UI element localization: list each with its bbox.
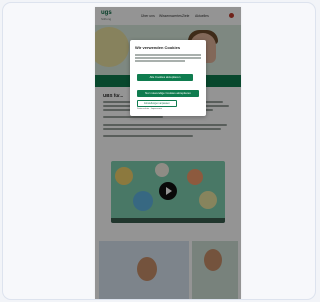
cookie-dialog-title: Wir verwenden Cookies: [135, 45, 181, 50]
screenshot-frame: ugs Stiftung Über uns Wissenswertes Ziel…: [2, 2, 316, 300]
cookie-dialog-text: [135, 57, 201, 59]
accept-all-cookies-button[interactable]: Alle Cookies akzeptieren: [137, 74, 193, 81]
cookie-settings-button[interactable]: Einstellungen anpassen: [137, 100, 177, 107]
cookie-dialog-text: [135, 54, 201, 56]
cookie-consent-dialog: Wir verwenden Cookies Alle Cookies akzep…: [130, 40, 206, 116]
website-page: ugs Stiftung Über uns Wissenswertes Ziel…: [95, 7, 241, 299]
cookie-dialog-text: [135, 60, 185, 62]
cookie-dialog-links[interactable]: Datenschutz · Impressum: [137, 108, 162, 110]
accept-necessary-cookies-button[interactable]: Nur notwendige Cookies akzeptieren: [137, 90, 199, 97]
